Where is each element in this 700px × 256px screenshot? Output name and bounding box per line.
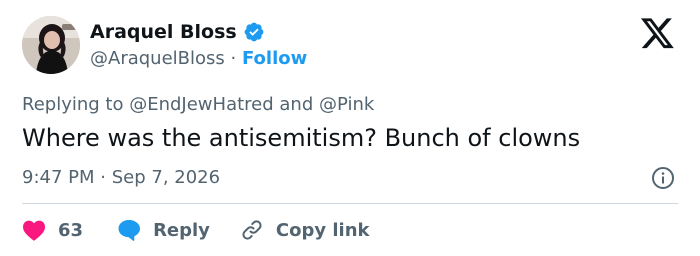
author-handle[interactable]: @AraquelBloss [90,48,225,69]
tweet-actions: 63 Reply Copy link [22,215,370,245]
mention-link-1[interactable]: @EndJewHatred [129,94,273,115]
tweet-date: Sep 7, 2026 [111,167,221,188]
link-icon [242,220,262,240]
reply-context: Replying to @EndJewHatred and @Pink [22,94,374,115]
tweet-text: Where was the antisemitism? Bunch of clo… [22,124,581,152]
timestamp-separator: · [100,167,106,188]
author-name[interactable]: Araquel Bloss [90,21,237,43]
follow-button[interactable]: Follow [242,48,307,69]
reply-button[interactable]: Reply [117,219,210,241]
author-handle-row: @AraquelBloss · Follow [90,48,307,69]
reply-context-conjunction: and [279,94,314,115]
handle-separator: · [230,48,237,69]
tweet-time: 9:47 PM [22,167,95,188]
x-logo-icon[interactable] [641,18,675,50]
verified-badge-icon [243,21,265,43]
copy-link-button[interactable]: Copy link [240,218,370,242]
reply-label: Reply [153,219,210,241]
info-icon[interactable] [651,166,675,190]
like-button[interactable]: 63 [22,219,83,241]
divider [22,203,678,204]
avatar-image [22,16,80,74]
like-count: 63 [58,219,84,241]
reply-bubble-icon [118,220,141,241]
copy-link-label: Copy link [275,219,370,241]
author-avatar[interactable] [22,16,80,74]
reply-context-prefix: Replying to [22,94,124,115]
author-name-row: Araquel Bloss [90,21,265,43]
heart-icon [23,220,45,241]
mention-link-2[interactable]: @Pink [319,94,374,115]
tweet-timestamp[interactable]: 9:47 PM · Sep 7, 2026 [22,167,220,188]
